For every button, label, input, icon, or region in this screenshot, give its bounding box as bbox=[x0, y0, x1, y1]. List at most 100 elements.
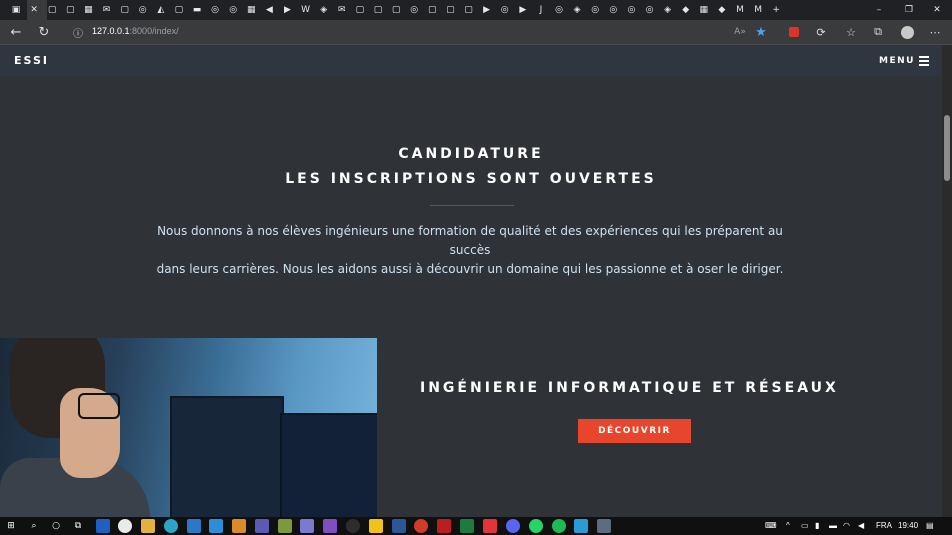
url-field[interactable]: 127.0.0.1:8000/index/ bbox=[92, 26, 179, 36]
excel-icon[interactable] bbox=[460, 519, 474, 533]
close-window-button[interactable]: ✕ bbox=[929, 2, 945, 18]
tab-favicon-icon[interactable]: ✉ bbox=[99, 2, 115, 18]
cortana-icon[interactable]: ○ bbox=[49, 519, 63, 533]
tab-favicon-icon[interactable]: ▶ bbox=[280, 2, 296, 18]
menu-button-label[interactable]: MENU bbox=[879, 56, 915, 66]
tab-favicon-icon[interactable]: ◎ bbox=[587, 2, 603, 18]
app-icon[interactable] bbox=[300, 519, 314, 533]
reload-icon[interactable]: ↻ bbox=[36, 24, 52, 40]
tab-favicon-icon[interactable]: ◆ bbox=[678, 2, 694, 18]
tab-favicon-icon[interactable]: ◎ bbox=[135, 2, 151, 18]
microphone-icon[interactable]: ▮ bbox=[815, 521, 819, 530]
search-icon[interactable]: ⌕ bbox=[27, 519, 41, 533]
back-arrow-icon[interactable]: ← bbox=[8, 24, 24, 40]
file-explorer-icon[interactable] bbox=[141, 519, 155, 533]
app-icon[interactable] bbox=[96, 519, 110, 533]
new-tab-icon[interactable]: + bbox=[768, 2, 784, 18]
tab-favicon-icon[interactable]: ▶ bbox=[515, 2, 531, 18]
app-icon[interactable] bbox=[414, 519, 428, 533]
tab-favicon-icon[interactable]: ▦ bbox=[243, 2, 259, 18]
spotify-icon[interactable] bbox=[552, 519, 566, 533]
tab-favicon-icon[interactable]: ◭ bbox=[153, 2, 169, 18]
collections-icon[interactable]: ⧉ bbox=[870, 24, 886, 40]
tab-favicon-icon[interactable]: J bbox=[533, 2, 549, 18]
tray-chevron-icon[interactable]: ^ bbox=[786, 521, 790, 530]
tab-favicon-icon[interactable]: ▢ bbox=[352, 2, 368, 18]
vscode-icon[interactable] bbox=[187, 519, 201, 533]
volume-icon[interactable]: ◀ bbox=[858, 521, 864, 530]
extensions-puzzle-icon[interactable]: ⟳ bbox=[813, 24, 829, 40]
tab-favicon-icon[interactable]: ▢ bbox=[44, 2, 60, 18]
tab-favicon-icon[interactable]: ▢ bbox=[62, 2, 78, 18]
word-icon[interactable] bbox=[392, 519, 406, 533]
teams-icon[interactable] bbox=[255, 519, 269, 533]
tab-favicon-icon[interactable]: ◎ bbox=[623, 2, 639, 18]
tab-favicon-icon[interactable]: ◎ bbox=[207, 2, 223, 18]
app-icon[interactable] bbox=[346, 519, 360, 533]
tab-favicon-icon[interactable]: ◎ bbox=[225, 2, 241, 18]
whatsapp-icon[interactable] bbox=[529, 519, 543, 533]
favorite-star-icon[interactable]: ★ bbox=[753, 24, 769, 40]
site-brand[interactable]: ESSI bbox=[14, 54, 49, 67]
tab-favicon-icon[interactable]: ✉ bbox=[334, 2, 350, 18]
tab-favicon-icon[interactable]: ◀ bbox=[261, 2, 277, 18]
app-icon[interactable] bbox=[483, 519, 497, 533]
tab-favicon-icon[interactable]: ▣ bbox=[8, 2, 24, 18]
tab-favicon-icon[interactable]: ▦ bbox=[696, 2, 712, 18]
app-icon[interactable] bbox=[597, 519, 611, 533]
site-info-icon[interactable]: ⓘ bbox=[70, 24, 86, 40]
tab-favicon-icon[interactable]: ▦ bbox=[80, 2, 96, 18]
tab-favicon-icon[interactable]: ▢ bbox=[388, 2, 404, 18]
visual-studio-icon[interactable] bbox=[323, 519, 337, 533]
mail-icon[interactable] bbox=[209, 519, 223, 533]
tab-favicon-icon[interactable]: W bbox=[298, 2, 314, 18]
app-icon[interactable] bbox=[118, 519, 132, 533]
discord-icon[interactable] bbox=[506, 519, 520, 533]
tab-favicon-icon[interactable]: ▶ bbox=[479, 2, 495, 18]
settings-more-icon[interactable]: ⋯ bbox=[927, 24, 943, 40]
tab-favicon-icon[interactable]: ◎ bbox=[551, 2, 567, 18]
app-icon[interactable] bbox=[369, 519, 383, 533]
restore-button[interactable]: ❐ bbox=[901, 2, 917, 18]
keyboard-icon[interactable]: ⌨ bbox=[765, 521, 777, 530]
tab-favicon-icon[interactable]: ▬ bbox=[189, 2, 205, 18]
acrobat-icon[interactable] bbox=[437, 519, 451, 533]
clock[interactable]: 19:40 bbox=[898, 521, 918, 530]
app-icon[interactable] bbox=[232, 519, 246, 533]
tab-favicon-icon[interactable]: ▢ bbox=[117, 2, 133, 18]
notifications-icon[interactable]: ▤ bbox=[926, 521, 934, 530]
app-icon[interactable] bbox=[278, 519, 292, 533]
tab-favicon-icon[interactable]: ▢ bbox=[171, 2, 187, 18]
app-icon[interactable] bbox=[574, 519, 588, 533]
read-aloud-icon[interactable]: A» bbox=[732, 24, 748, 40]
tab-favicon-icon[interactable]: ◈ bbox=[569, 2, 585, 18]
wifi-icon[interactable]: ◠ bbox=[843, 521, 850, 530]
tab-favicon-icon[interactable]: M bbox=[750, 2, 766, 18]
minimize-button[interactable]: – bbox=[871, 2, 887, 18]
start-icon[interactable]: ⊞ bbox=[4, 519, 18, 533]
close-tab-icon[interactable]: ✕ bbox=[26, 2, 42, 18]
task-view-icon[interactable]: ⧉ bbox=[71, 519, 85, 533]
profile-avatar[interactable] bbox=[899, 24, 915, 40]
scrollbar-thumb[interactable] bbox=[944, 115, 950, 181]
discover-button[interactable]: DÉCOUVRIR bbox=[578, 419, 691, 443]
favorites-icon[interactable]: ☆ bbox=[843, 24, 859, 40]
tab-favicon-icon[interactable]: ◎ bbox=[406, 2, 422, 18]
edge-icon[interactable] bbox=[164, 519, 178, 533]
extension-icon[interactable] bbox=[786, 24, 802, 40]
tab-favicon-icon[interactable]: ◎ bbox=[642, 2, 658, 18]
tab-favicon-icon[interactable]: ◆ bbox=[714, 2, 730, 18]
network-device-icon[interactable]: ▭ bbox=[801, 521, 809, 530]
tab-favicon-icon[interactable]: ▢ bbox=[424, 2, 440, 18]
language-indicator[interactable]: FRA bbox=[876, 521, 892, 530]
tab-favicon-icon[interactable]: ▢ bbox=[461, 2, 477, 18]
tab-favicon-icon[interactable]: ◎ bbox=[497, 2, 513, 18]
tab-favicon-icon[interactable]: ▢ bbox=[442, 2, 458, 18]
tab-favicon-icon[interactable]: ◈ bbox=[316, 2, 332, 18]
battery-icon[interactable]: ▬ bbox=[829, 521, 837, 530]
tab-favicon-icon[interactable]: ◈ bbox=[660, 2, 676, 18]
tab-favicon-icon[interactable]: ◎ bbox=[605, 2, 621, 18]
page-scrollbar[interactable] bbox=[942, 45, 952, 517]
tab-favicon-icon[interactable]: M bbox=[732, 2, 748, 18]
tab-favicon-icon[interactable]: ▢ bbox=[370, 2, 386, 18]
